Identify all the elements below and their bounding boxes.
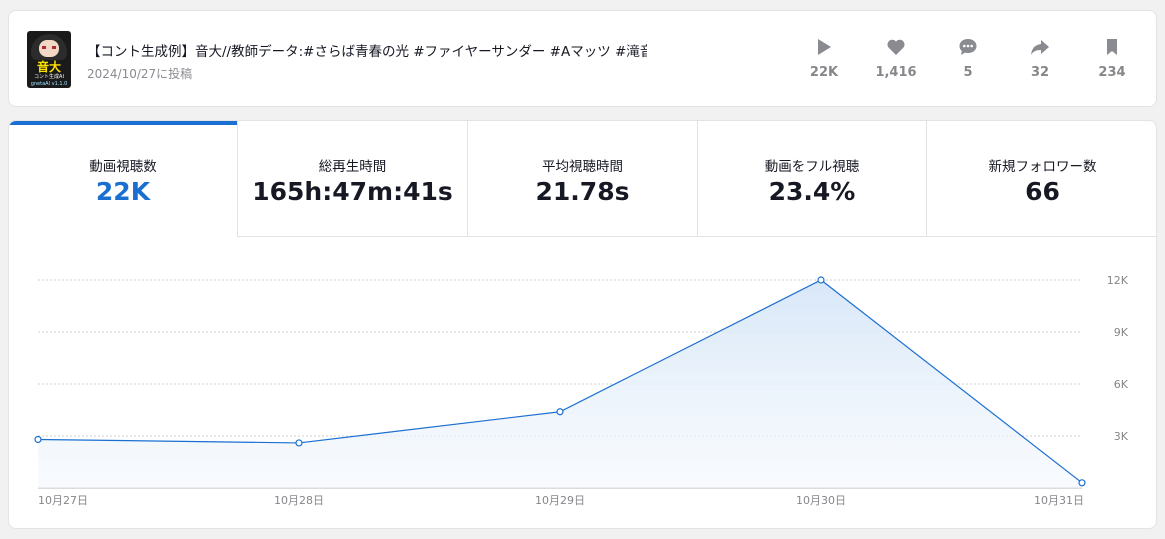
play-icon <box>818 39 831 55</box>
data-point[interactable] <box>556 408 564 416</box>
metric-value: 22K <box>95 177 151 206</box>
y-tick-label: 12K <box>1107 274 1129 287</box>
stat-saves: 234 <box>1082 37 1142 80</box>
video-post-date: 2024/10/27に投稿 <box>87 67 193 81</box>
analytics-card: 動画視聴数 22K 総再生時間 165h:47m:41s 平均視聴時間 21.7… <box>8 120 1157 529</box>
stat-likes: 1,416 <box>866 37 926 80</box>
metric-label: 動画をフル視聴 <box>764 159 860 175</box>
y-tick-label: 3K <box>1114 430 1129 443</box>
y-tick-label: 9K <box>1114 326 1129 339</box>
video-thumbnail[interactable]: 音大 コント生成AI gnetaAI v1.1.0 <box>27 31 71 88</box>
stat-views: 22K <box>794 37 854 80</box>
metric-label: 平均視聴時間 <box>542 159 623 175</box>
data-point[interactable] <box>34 435 42 444</box>
metric-value: 165h:47m:41s <box>252 177 453 206</box>
y-tick-label: 6K <box>1114 378 1129 391</box>
metric-value: 21.78s <box>535 177 630 206</box>
data-point[interactable] <box>817 276 825 284</box>
x-tick-label: 10月30日 <box>796 494 846 507</box>
metric-tab-new-followers[interactable]: 新規フォロワー数 66 <box>927 121 1156 237</box>
stat-shares-value: 32 <box>1030 65 1050 80</box>
thumbnail-version-text: gnetaAI v1.1.0 <box>30 81 68 87</box>
metric-label: 総再生時間 <box>318 159 387 175</box>
metric-tab-video-views[interactable]: 動画視聴数 22K <box>9 121 238 237</box>
metric-value: 66 <box>1025 177 1060 206</box>
thumbnail-main-text: 音大 <box>36 60 61 74</box>
metric-tab-average-watch-time[interactable]: 平均視聴時間 21.78s <box>468 121 698 237</box>
data-point[interactable] <box>295 439 303 447</box>
views-area-chart[interactable]: 10月27日 10月28日 10月29日 10月30日 10月31日 3K 6K 9K 12K <box>9 237 1157 529</box>
metric-tab-total-play-time[interactable]: 総再生時間 165h:47m:41s <box>238 121 468 237</box>
metric-tabs: 動画視聴数 22K 総再生時間 165h:47m:41s 平均視聴時間 21.7… <box>9 121 1156 237</box>
video-title[interactable]: 【コント生成例】音大//教師データ:#さらば青春の光 #ファイヤーサンダー #A… <box>87 40 647 60</box>
stat-comments: 5 <box>938 37 998 80</box>
stat-comments-value: 5 <box>963 65 973 80</box>
thumbnail-character-eye <box>52 46 56 49</box>
stat-saves-value: 234 <box>1098 65 1126 80</box>
stat-shares: 32 <box>1010 37 1070 80</box>
thumbnail-sub-text: コント生成AI <box>34 74 64 80</box>
x-tick-label: 10月28日 <box>274 494 324 507</box>
x-tick-label: 10月27日 <box>38 494 88 507</box>
stat-views-value: 22K <box>809 65 839 80</box>
metric-label: 動画視聴数 <box>89 159 157 175</box>
metric-tab-full-video-watched[interactable]: 動画をフル視聴 23.4% <box>698 121 927 237</box>
bookmark-icon <box>1107 39 1117 55</box>
chart-x-axis-labels: 10月27日 10月28日 10月29日 10月30日 10月31日 <box>38 494 1084 507</box>
video-summary-card: 音大 コント生成AI gnetaAI v1.1.0 【コント生成例】音大//教師… <box>8 10 1157 107</box>
x-tick-label: 10月29日 <box>535 494 585 507</box>
chart-y-axis-labels: 3K 6K 9K 12K <box>1107 274 1129 443</box>
share-icon <box>1031 40 1049 55</box>
thumbnail-character-eye <box>42 46 46 49</box>
comment-icon <box>959 39 977 55</box>
stat-likes-value: 1,416 <box>875 65 917 80</box>
metric-value: 23.4% <box>768 177 856 206</box>
data-point[interactable] <box>1078 479 1086 487</box>
heart-icon <box>887 39 905 55</box>
x-tick-label: 10月31日 <box>1034 494 1084 507</box>
metric-label: 新規フォロワー数 <box>988 159 1097 175</box>
